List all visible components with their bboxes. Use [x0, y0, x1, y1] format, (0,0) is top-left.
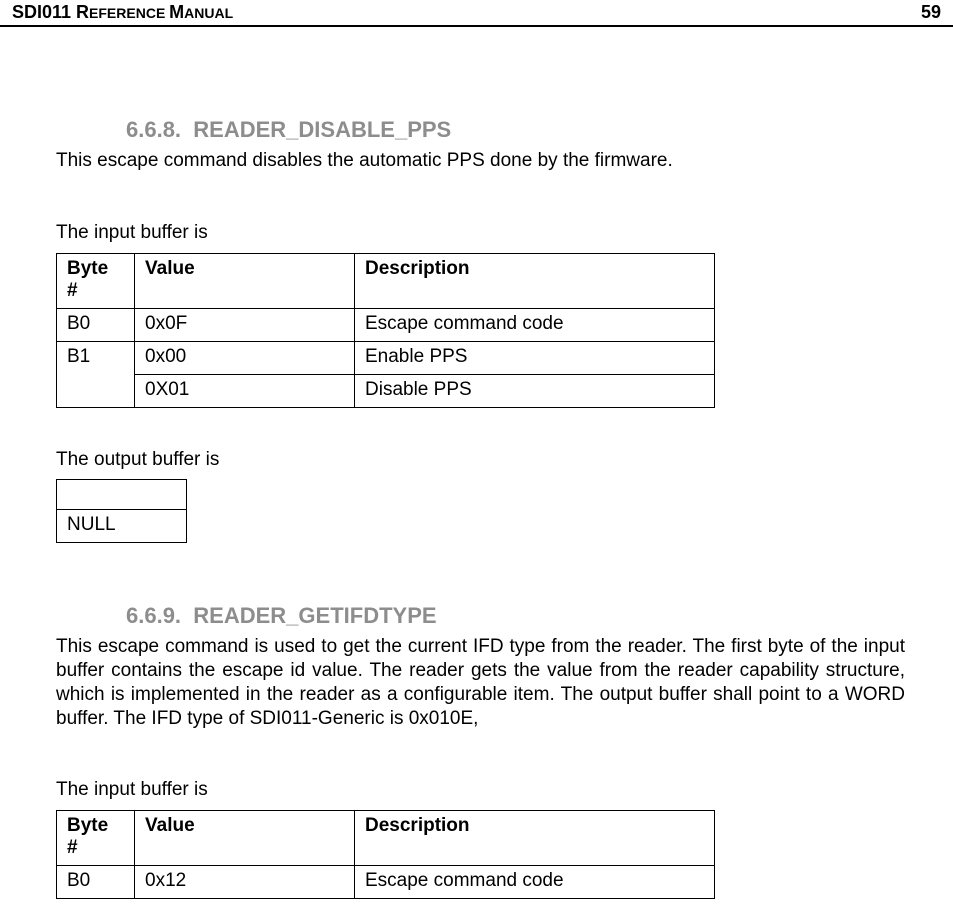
section-title: READER_DISABLE_PPS — [193, 117, 451, 142]
spacer — [56, 738, 905, 778]
page: SDI011 REFERENCE MANUAL 59 6.6.8. READER… — [0, 0, 953, 919]
cell-value: 0x0F — [135, 308, 355, 341]
input-buffer-label-668: The input buffer is — [56, 221, 905, 245]
table-row: B0 0x12 Escape command code — [57, 866, 715, 899]
th-byte: Byte # — [57, 811, 135, 866]
th-byte: Byte # — [57, 253, 135, 308]
th-value: Value — [135, 253, 355, 308]
cell-byte: B0 — [57, 866, 135, 899]
section-title: READER_GETIFDTYPE — [193, 603, 436, 628]
th-value: Value — [135, 811, 355, 866]
table-row: NULL — [57, 510, 187, 543]
cell-desc: Disable PPS — [355, 374, 715, 407]
table-row: B0 0x0F Escape command code — [57, 308, 715, 341]
cell-desc: Escape command code — [355, 308, 715, 341]
table-header-row: Byte # Value Description — [57, 811, 715, 866]
title-part4: ANUAL — [184, 5, 233, 21]
cell-value: 0X01 — [135, 374, 355, 407]
section-number: 6.6.8. — [126, 117, 181, 142]
table-row: 0X01 Disable PPS — [57, 374, 715, 407]
section-heading-669: 6.6.9. READER_GETIFDTYPE — [56, 603, 905, 629]
cell-empty — [57, 480, 187, 510]
cell-byte: B0 — [57, 308, 135, 341]
cell-value: 0x12 — [135, 866, 355, 899]
section-number: 6.6.9. — [126, 603, 181, 628]
spacer — [56, 408, 905, 448]
doc-title: SDI011 REFERENCE MANUAL — [12, 2, 233, 23]
output-buffer-label-668: The output buffer is — [56, 448, 905, 472]
cell-desc: Escape command code — [355, 866, 715, 899]
page-header: SDI011 REFERENCE MANUAL 59 — [0, 0, 953, 27]
cell-null: NULL — [57, 510, 187, 543]
spacer — [56, 181, 905, 221]
input-buffer-table-668: Byte # Value Description B0 0x0F Escape … — [56, 253, 715, 408]
title-part1: SDI011 R — [12, 2, 89, 22]
table-row: B1 0x00 Enable PPS — [57, 341, 715, 374]
th-desc: Description — [355, 811, 715, 866]
title-part2: EFERENCE — [89, 5, 169, 21]
page-number: 59 — [921, 2, 941, 23]
table-header-row: Byte # Value Description — [57, 253, 715, 308]
output-buffer-table-668: NULL — [56, 479, 187, 543]
th-desc: Description — [355, 253, 715, 308]
section-heading-668: 6.6.8. READER_DISABLE_PPS — [56, 117, 905, 143]
table-row — [57, 480, 187, 510]
section-669-intro: This escape command is used to get the c… — [56, 635, 905, 730]
cell-byte: B1 — [57, 341, 135, 407]
input-buffer-label-669: The input buffer is — [56, 778, 905, 802]
title-part3: M — [169, 2, 184, 22]
section-668-intro: This escape command disables the automat… — [56, 149, 905, 173]
content-area: 6.6.8. READER_DISABLE_PPS This escape co… — [0, 27, 953, 919]
input-buffer-table-669: Byte # Value Description B0 0x12 Escape … — [56, 810, 715, 899]
cell-value: 0x00 — [135, 341, 355, 374]
cell-desc: Enable PPS — [355, 341, 715, 374]
